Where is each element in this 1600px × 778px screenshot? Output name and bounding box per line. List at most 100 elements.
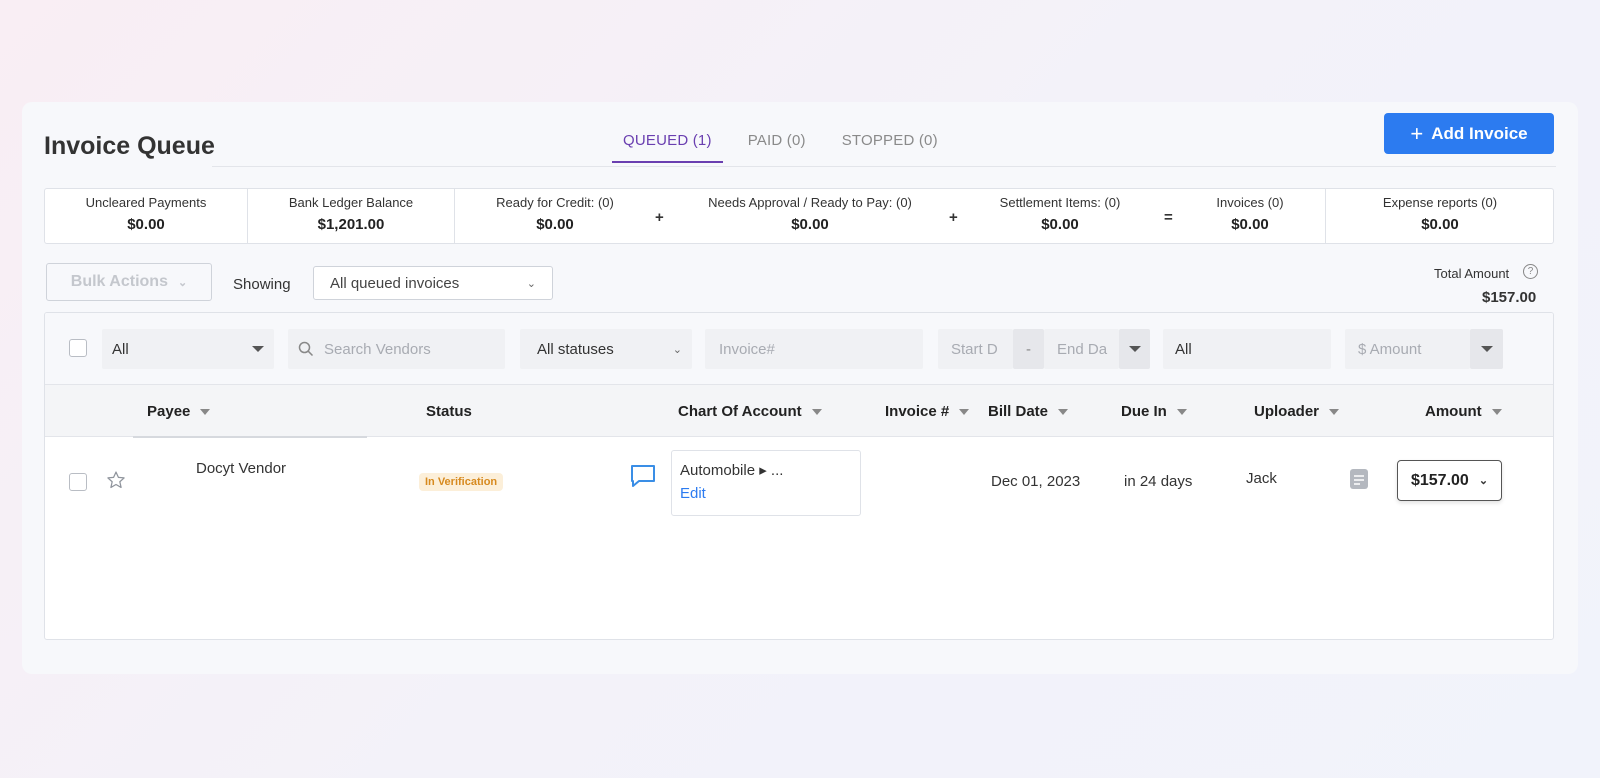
summary-label: Bank Ledger Balance (288, 195, 414, 210)
search-vendors-input[interactable]: Search Vendors (288, 329, 505, 369)
status-badge: In Verification (419, 473, 504, 491)
summary-label: Settlement Items: (0) (999, 195, 1121, 210)
column-header-due-in[interactable]: Due In (1121, 403, 1187, 420)
invoice-queue-card: Invoice Queue QUEUED (1) PAID (0) STOPPE… (22, 102, 1578, 674)
summary-label: Uncleared Payments (85, 195, 207, 210)
payee-cell[interactable]: Docyt Vendor (196, 460, 286, 477)
star-icon[interactable] (106, 470, 126, 490)
summary-uncleared-payments: Uncleared Payments $0.00 (45, 195, 247, 233)
tab-bar: QUEUED (1) PAID (0) STOPPED (0) (612, 128, 963, 163)
table-row[interactable]: Docyt Vendor In Verification Automobile … (45, 438, 1553, 526)
chart-of-account-cell: Automobile ▸ ... Edit (671, 450, 861, 516)
bill-date-cell: Dec 01, 2023 (991, 473, 1081, 490)
column-header-payee[interactable]: Payee (147, 403, 211, 420)
invoice-table: All Search Vendors All statuses ⌄ Invoic… (44, 312, 1554, 640)
column-header-amount[interactable]: Amount (1425, 403, 1502, 420)
summary-value: $0.00 (1041, 216, 1079, 233)
column-header-label: Status (426, 403, 472, 420)
end-date-placeholder: End Da (1057, 340, 1108, 358)
date-separator-text: - (1026, 340, 1031, 358)
column-header-bill-date[interactable]: Bill Date (988, 403, 1069, 420)
column-header-status: Status (426, 403, 472, 420)
column-header-uploader[interactable]: Uploader (1254, 403, 1340, 420)
caret-down-icon (1480, 346, 1493, 352)
type-filter-select[interactable]: All (102, 329, 274, 369)
select-all-checkbox[interactable] (69, 339, 87, 357)
summary-settlement-items: Settlement Items: (0) $0.00 (990, 195, 1130, 233)
bulk-actions-label: Bulk Actions (70, 273, 168, 290)
caret-down-icon (1128, 346, 1141, 352)
date-range-separator: - (1013, 329, 1044, 369)
amount-filter-input[interactable]: $ Amount (1345, 329, 1470, 369)
column-header-label: Invoice # (885, 403, 950, 420)
tab-paid[interactable]: PAID (0) (737, 128, 817, 163)
chevron-down-icon: ⌄ (177, 276, 188, 289)
column-header-invoice-number[interactable]: Invoice # (885, 403, 970, 420)
total-amount-value: $157.00 (1482, 289, 1537, 306)
summary-label: Invoices (0) (1216, 195, 1284, 210)
caret-down-icon (252, 346, 264, 352)
tab-stopped[interactable]: STOPPED (0) (831, 128, 949, 163)
summary-plus-operator: + (949, 209, 958, 226)
document-icon[interactable] (1349, 468, 1369, 490)
invoice-number-input[interactable]: Invoice# (705, 329, 923, 369)
edit-link[interactable]: Edit (680, 485, 852, 502)
filter-bar: All Search Vendors All statuses ⌄ Invoic… (45, 313, 1553, 385)
amount-filter-placeholder: $ Amount (1358, 340, 1422, 358)
table-header-row: Payee Status Chart Of Account Invoice # … (45, 385, 1553, 437)
start-date-input[interactable]: Start D (938, 329, 1013, 369)
invoice-number-placeholder: Invoice# (719, 340, 775, 358)
tab-queued[interactable]: QUEUED (1) (612, 128, 723, 163)
summary-value: $1,201.00 (317, 216, 385, 233)
date-range-dropdown[interactable] (1119, 329, 1150, 369)
column-header-label: Payee (147, 403, 191, 420)
summary-divider (454, 189, 455, 243)
summary-value: $0.00 (1421, 216, 1459, 233)
chevron-down-icon: ⌄ (672, 343, 682, 356)
help-icon[interactable]: ? (1523, 264, 1538, 279)
sort-caret-icon (1058, 408, 1069, 415)
sort-caret-icon (200, 408, 211, 415)
add-invoice-label: Add Invoice (1431, 123, 1528, 143)
column-header-chart-of-account[interactable]: Chart Of Account (678, 403, 822, 420)
summary-bank-ledger-balance: Bank Ledger Balance $1,201.00 (248, 195, 454, 233)
uploader-filter-value: All (1175, 340, 1192, 358)
column-header-label: Bill Date (988, 403, 1049, 420)
end-date-input[interactable]: End Da (1044, 329, 1119, 369)
showing-label: Showing (233, 276, 291, 293)
start-date-placeholder: Start D (951, 340, 998, 358)
sort-caret-icon (1491, 408, 1502, 415)
row-checkbox[interactable] (69, 473, 87, 491)
summary-value: $0.00 (127, 216, 165, 233)
bulk-actions-button[interactable]: Bulk Actions ⌄ (46, 263, 212, 301)
status-filter-select[interactable]: All statuses ⌄ (520, 329, 692, 369)
summary-expense-reports: Expense reports (0) $0.00 (1326, 195, 1554, 233)
sort-caret-icon (1176, 408, 1187, 415)
column-header-label: Uploader (1254, 403, 1320, 420)
sort-caret-icon (1329, 408, 1340, 415)
uploader-filter-input[interactable]: All (1163, 329, 1331, 369)
sort-caret-icon (959, 408, 970, 415)
amount-value: $157.00 (1410, 471, 1469, 489)
header-divider (212, 166, 1556, 167)
chevron-down-icon: ⌄ (1478, 475, 1489, 487)
summary-value: $0.00 (1231, 216, 1269, 233)
amount-filter-dropdown[interactable] (1470, 329, 1503, 369)
uploader-cell: Jack (1246, 470, 1277, 487)
type-filter-value: All (112, 340, 129, 358)
add-invoice-button[interactable]: + Add Invoice (1384, 113, 1554, 154)
summary-invoices: Invoices (0) $0.00 (1195, 195, 1305, 233)
summary-label: Ready for Credit: (0) (496, 195, 614, 210)
summary-ready-for-credit: Ready for Credit: (0) $0.00 (475, 195, 635, 233)
amount-action-button[interactable]: $157.00 ⌄ (1397, 460, 1502, 501)
summary-label: Expense reports (0) (1382, 195, 1498, 210)
total-amount-label: Total Amount (1434, 266, 1510, 281)
search-placeholder: Search Vendors (324, 340, 431, 358)
page-title: Invoice Queue (44, 132, 215, 160)
showing-select[interactable]: All queued invoices ⌄ (313, 266, 553, 300)
summary-plus-operator: + (655, 209, 664, 226)
column-header-label: Chart Of Account (678, 403, 802, 420)
summary-needs-approval: Needs Approval / Ready to Pay: (0) $0.00 (695, 195, 925, 233)
comment-icon[interactable] (629, 462, 657, 490)
summary-bar: Uncleared Payments $0.00 Bank Ledger Bal… (44, 188, 1554, 244)
